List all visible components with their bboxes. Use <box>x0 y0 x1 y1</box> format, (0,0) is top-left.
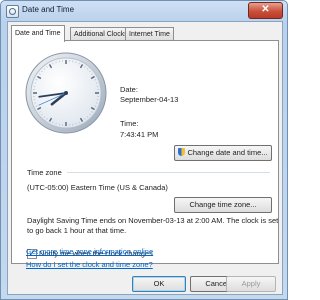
timezone-divider <box>67 172 270 173</box>
tab-panel: Date: September-04-13 Time: 7:43:41 PM C… <box>11 40 279 264</box>
change-timezone-button[interactable]: Change time zone... <box>174 197 272 213</box>
time-label: Time: <box>120 119 139 128</box>
time-value: 7:43:41 PM <box>120 130 159 139</box>
clock-app-icon <box>6 5 19 18</box>
tab-date-and-time[interactable]: Date and Time <box>11 25 65 42</box>
tab-internet-time[interactable]: Internet Time <box>125 27 174 41</box>
change-date-time-button[interactable]: Change date and time... <box>174 145 272 161</box>
timezone-section-label: Time zone <box>27 168 62 177</box>
date-value: September-04-13 <box>120 95 179 104</box>
tab-additional-clocks[interactable]: Additional Clocks <box>70 27 132 41</box>
ok-button[interactable]: OK <box>132 276 186 292</box>
dialog-client: Date and Time Additional Clocks Internet… <box>7 21 283 295</box>
dst-text-line1: Daylight Saving Time ends on November-03… <box>27 216 279 225</box>
title-bar[interactable]: Date and Time ✕ <box>1 1 287 21</box>
analog-clock <box>25 52 107 134</box>
more-timezone-info-link[interactable]: Get more time zone information online <box>26 247 153 256</box>
change-date-time-label: Change date and time... <box>187 148 268 157</box>
clock-center <box>64 91 68 95</box>
date-time-window: Date and Time ✕ Date and Time Additional… <box>0 0 288 300</box>
apply-button[interactable]: Apply <box>226 276 276 292</box>
how-to-set-clock-link[interactable]: How do I set the clock and time zone? <box>26 260 153 269</box>
timezone-value: (UTC-05:00) Eastern Time (US & Canada) <box>27 183 168 192</box>
close-button[interactable]: ✕ <box>248 2 283 19</box>
dst-text-line2: to go back 1 hour at that time. <box>27 226 127 235</box>
window-title: Date and Time <box>22 5 75 14</box>
uac-shield-icon <box>178 148 186 156</box>
date-label: Date: <box>120 85 138 94</box>
